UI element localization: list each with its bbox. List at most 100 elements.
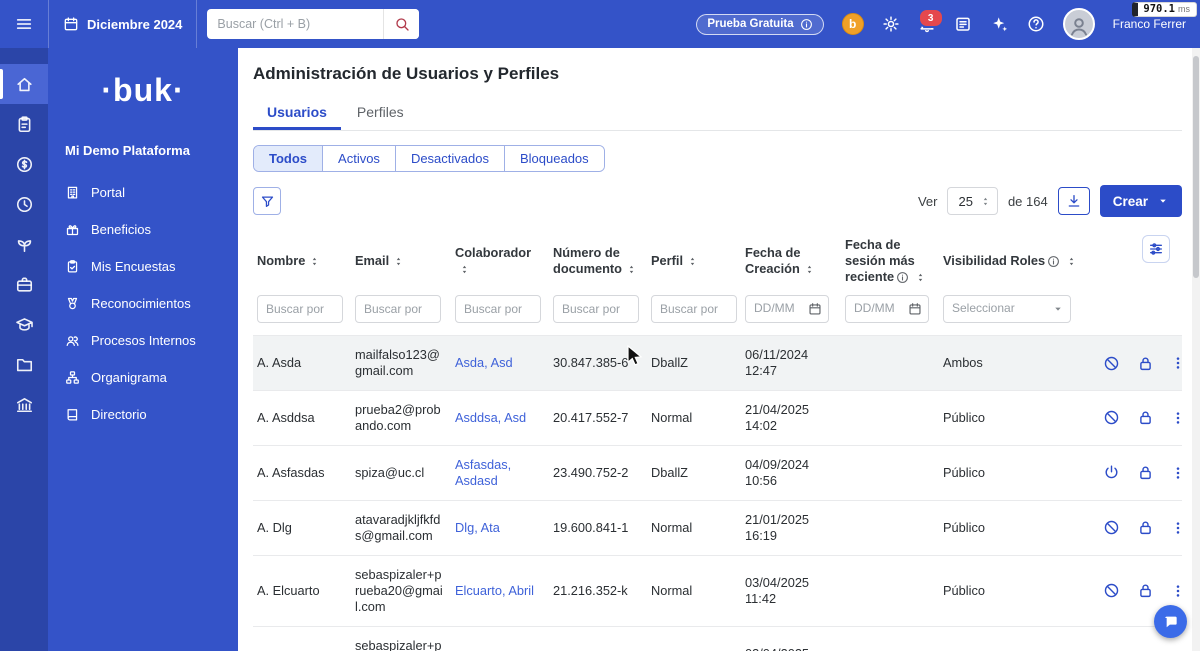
advanced-filter-button[interactable] [253, 187, 281, 215]
block-user-button[interactable] [1103, 409, 1120, 426]
ban-icon [1103, 409, 1120, 426]
vertical-scrollbar[interactable] [1192, 48, 1200, 651]
filter-bloqueados[interactable]: Bloqueados [504, 146, 604, 171]
sidebar-item-procesos-internos[interactable]: Procesos Internos [48, 322, 238, 359]
col-email[interactable]: Email [351, 227, 451, 293]
colaborador-link[interactable]: Dlg, Ata [451, 500, 549, 555]
filter-documento-input[interactable] [553, 295, 639, 323]
lock-user-button[interactable] [1137, 582, 1154, 599]
rail-item-documentos[interactable] [0, 344, 48, 384]
col-visibilidad-roles[interactable]: Visibilidad Roles [939, 227, 1086, 293]
activate-user-button[interactable] [1103, 464, 1120, 481]
sidebar-item-portal[interactable]: Portal [48, 174, 238, 211]
rail-item-tasks[interactable] [0, 104, 48, 144]
scrollbar-thumb[interactable] [1193, 56, 1199, 278]
sidebar-item-organigrama[interactable]: Organigrama [48, 359, 238, 396]
sprout-icon [15, 235, 34, 254]
hamburger-menu-button[interactable] [0, 15, 48, 33]
lock-user-button[interactable] [1137, 409, 1154, 426]
points-button[interactable]: b [842, 13, 864, 35]
lock-user-button[interactable] [1137, 519, 1154, 536]
sidebar-item-directorio[interactable]: Directorio [48, 396, 238, 433]
sidebar-item-label: Directorio [91, 407, 147, 422]
block-user-button[interactable] [1103, 355, 1120, 372]
table-row[interactable]: A. Asda mailfalso123@gmail.com Asda, Asd… [253, 335, 1182, 390]
row-menu-button[interactable] [1170, 465, 1186, 481]
block-user-button[interactable] [1103, 519, 1120, 536]
app-window: 970.1 ms Diciembre 2024 Prueba Gratuita … [0, 0, 1200, 651]
rail-item-remuneraciones[interactable] [0, 144, 48, 184]
news-button[interactable] [954, 15, 972, 33]
trial-badge[interactable]: Prueba Gratuita [696, 14, 823, 35]
rail-item-empresa[interactable] [0, 384, 48, 424]
col-colaborador[interactable]: Colaborador [451, 227, 549, 293]
notifications-button[interactable]: 3 [918, 15, 936, 33]
row-menu-button[interactable] [1170, 410, 1186, 426]
settings-button[interactable] [882, 15, 900, 33]
sidebar-item-label: Reconocimientos [91, 296, 191, 311]
rail-item-desarrollo[interactable] [0, 224, 48, 264]
filter-nombre-input[interactable] [257, 295, 343, 323]
page-size-select[interactable]: 25 [947, 187, 997, 215]
colaborador-link[interactable]: Elcuarto, Abril [451, 555, 549, 626]
colaborador-link[interactable]: Eltercero, Abril [451, 626, 549, 651]
rail-item-asistencia[interactable] [0, 184, 48, 224]
search-input[interactable] [207, 17, 383, 31]
table-row[interactable]: A. Asfasdas spiza@uc.cl Asfasdas, Asdasd… [253, 445, 1182, 500]
block-user-button[interactable] [1103, 582, 1120, 599]
filter-perfil-input[interactable] [651, 295, 737, 323]
filter-todos[interactable]: Todos [254, 146, 322, 171]
filter-colaborador-input[interactable] [455, 295, 541, 323]
row-menu-button[interactable] [1170, 355, 1186, 371]
col-fecha-sesion[interactable]: Fecha de sesión más reciente [841, 227, 939, 293]
avatar[interactable] [1063, 8, 1095, 40]
lock-user-button[interactable] [1137, 464, 1154, 481]
download-button[interactable] [1058, 187, 1090, 215]
rail-item-talento[interactable] [0, 264, 48, 304]
help-button[interactable] [1027, 15, 1045, 33]
calendar-icon [908, 302, 922, 316]
table-row[interactable]: A. Asddsa prueba2@probando.com Asddsa, A… [253, 390, 1182, 445]
sidebar-item-mis-encuestas[interactable]: Mis Encuestas [48, 248, 238, 285]
whats-new-button[interactable] [990, 15, 1009, 34]
lock-user-button[interactable] [1137, 355, 1154, 372]
table-row[interactable]: A. Elcuarto sebaspizaler+prueba20@gmail.… [253, 555, 1182, 626]
col-nombre[interactable]: Nombre [253, 227, 351, 293]
col-fecha-creacion[interactable]: Fecha de Creación [741, 227, 841, 293]
chevron-down-icon [1052, 303, 1064, 315]
filter-fecha-sesion-input[interactable]: DD/MM [845, 295, 929, 323]
filter-email-input[interactable] [355, 295, 441, 323]
filter-activos[interactable]: Activos [322, 146, 395, 171]
download-icon [1066, 193, 1082, 209]
tab-perfiles[interactable]: Perfiles [343, 96, 418, 130]
col-numero-documento[interactable]: Número de documento [549, 227, 647, 293]
row-menu-button[interactable] [1170, 583, 1186, 599]
colaborador-link[interactable]: Asda, Asd [451, 335, 549, 390]
icon-rail [0, 48, 48, 651]
toolbar-right: Ver 25 de 164 Crear [918, 185, 1182, 217]
create-label: Crear [1113, 194, 1148, 209]
rail-item-home[interactable] [0, 64, 48, 104]
sidebar-item-reconocimientos[interactable]: Reconocimientos [48, 285, 238, 322]
column-settings-button[interactable] [1142, 235, 1170, 263]
rail-item-capacitacion[interactable] [0, 304, 48, 344]
create-button[interactable]: Crear [1100, 185, 1182, 217]
colaborador-link[interactable]: Asfasdas, Asdasd [451, 445, 549, 500]
table-row[interactable]: A. Dlg atavaradjkljfkfds@gmail.com Dlg, … [253, 500, 1182, 555]
colaborador-link[interactable]: Asddsa, Asd [451, 390, 549, 445]
row-menu-button[interactable] [1170, 520, 1186, 536]
sidebar-item-beneficios[interactable]: Beneficios [48, 211, 238, 248]
company-name: Mi Demo Plataforma [48, 143, 238, 158]
period-selector[interactable]: Diciembre 2024 [48, 0, 197, 48]
status-filter-group: Todos Activos Desactivados Bloqueados [253, 145, 605, 172]
chat-launcher-button[interactable] [1154, 605, 1187, 638]
tab-usuarios[interactable]: Usuarios [253, 96, 341, 130]
filter-desactivados[interactable]: Desactivados [395, 146, 504, 171]
filter-visibilidad-select[interactable]: Seleccionar [943, 295, 1071, 323]
table-row[interactable]: A. Eltercero sebaspizaler+prueba19@gmail… [253, 626, 1182, 651]
col-perfil[interactable]: Perfil [647, 227, 741, 293]
search-button[interactable] [383, 9, 419, 39]
filter-fecha-creacion-input[interactable]: DD/MM [745, 295, 829, 323]
lock-icon [1137, 519, 1154, 536]
news-icon [954, 15, 972, 33]
